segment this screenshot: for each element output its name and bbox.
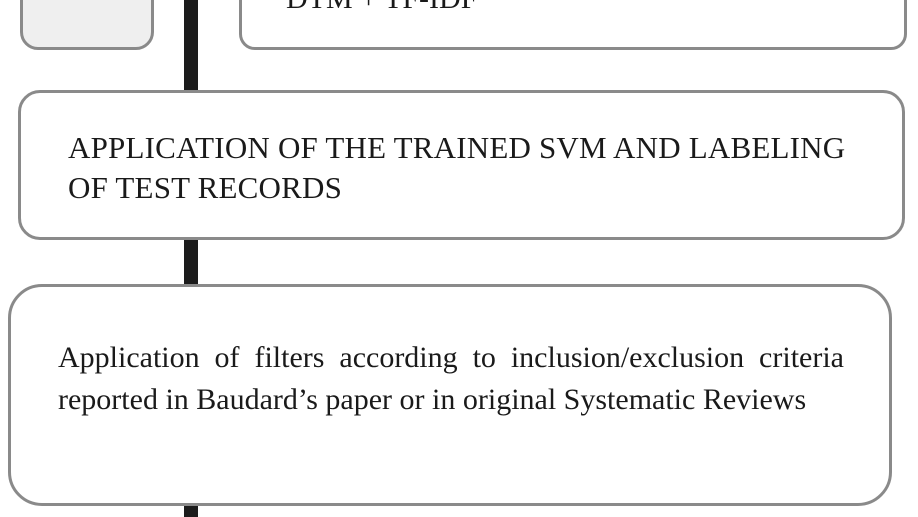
dtm-tfidf-text: DTM + TF-IDF [286,0,477,15]
filter-application-text: Application of filters according to incl… [58,341,844,416]
flow-connector-top [184,0,198,92]
filter-application-box: Application of filters according to incl… [8,284,892,506]
dtm-tfidf-box: DTM + TF-IDF [239,0,907,50]
svm-application-box: APPLICATION OF THE TRAINED SVM AND LABEL… [18,90,905,240]
svm-application-text: APPLICATION OF THE TRAINED SVM AND LABEL… [68,130,846,205]
flow-connector-middle [184,238,198,286]
left-side-box [20,0,154,50]
